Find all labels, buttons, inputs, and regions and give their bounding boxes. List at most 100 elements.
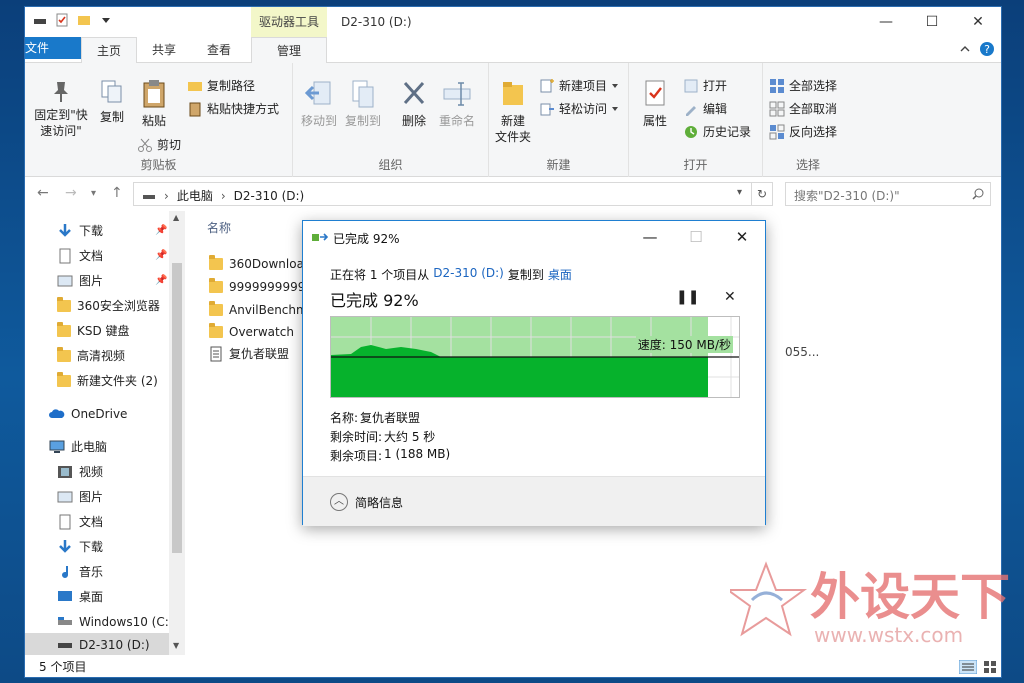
paste-button[interactable]: 粘贴 xyxy=(137,79,171,129)
nav-item-downloads[interactable]: 下载 📌 xyxy=(57,219,167,243)
scroll-down-icon[interactable]: ▼ xyxy=(173,641,179,650)
back-arrow-icon[interactable]: ← xyxy=(37,185,49,201)
minimize-button[interactable]: — xyxy=(863,7,909,37)
nav-item-ksd[interactable]: KSD 键盘 xyxy=(57,319,130,343)
nav-scrollbar[interactable]: ▲ ▼ xyxy=(169,211,185,655)
nav-item-documents-pc[interactable]: 文档 xyxy=(57,510,103,534)
file-name: AnvilBenchm xyxy=(229,303,308,317)
paste-label: 粘贴 xyxy=(141,114,166,128)
invert-selection-button[interactable]: 反向选择 xyxy=(769,123,837,140)
copy-path-button[interactable]: 复制路径 xyxy=(187,77,255,94)
tab-home[interactable]: 主页 xyxy=(81,37,137,64)
tab-file[interactable]: 文件 xyxy=(25,37,81,59)
delete-button[interactable]: 删除 xyxy=(397,79,431,129)
breadcrumb-drive[interactable]: D2-310 (D:) xyxy=(234,189,305,203)
dialog-footer: ︿ 简略信息 xyxy=(303,476,765,526)
history-button[interactable]: 历史记录 xyxy=(683,123,751,140)
details-view-icon[interactable] xyxy=(959,660,977,674)
cancel-button[interactable]: ✕ xyxy=(724,289,736,305)
forward-arrow-icon[interactable]: → xyxy=(65,185,77,201)
copy-icon xyxy=(101,80,122,103)
easy-access-button[interactable]: 轻松访问 xyxy=(539,100,619,117)
column-header-name[interactable]: 名称 xyxy=(207,219,231,236)
list-item[interactable]: 360Downloa xyxy=(209,253,304,275)
maximize-button[interactable]: ☐ xyxy=(909,7,955,37)
nav-label: 桌面 xyxy=(79,590,104,604)
open-button[interactable]: 打开 xyxy=(683,77,727,94)
nav-item-360browser[interactable]: 360安全浏览器 xyxy=(57,294,160,318)
svg-text:?: ? xyxy=(984,43,990,56)
scroll-thumb[interactable] xyxy=(172,263,182,553)
chevron-up-icon[interactable]: ︿ xyxy=(330,493,348,511)
nav-item-this-pc[interactable]: 此电脑 xyxy=(49,435,107,459)
edit-button[interactable]: 编辑 xyxy=(683,100,727,117)
paste-shortcut-button[interactable]: 粘贴快捷方式 xyxy=(187,100,279,117)
nav-item-hd-video[interactable]: 高清视频 xyxy=(57,344,125,368)
ribbon-tabs: 文件 主页 共享 查看 管理 xyxy=(25,37,1001,64)
new-item-button[interactable]: 新建项目 xyxy=(539,77,619,94)
list-item[interactable]: AnvilBenchm xyxy=(209,299,308,321)
collapse-ribbon-icon[interactable] xyxy=(959,43,971,55)
nav-item-documents[interactable]: 文档 📌 xyxy=(57,244,167,268)
tab-share[interactable]: 共享 xyxy=(139,37,189,63)
rename-button[interactable]: 重命名 xyxy=(435,79,479,129)
copy-to-icon xyxy=(352,80,374,108)
pin-icon xyxy=(54,82,68,102)
pin-quick-access-button[interactable]: 固定到"快 速访问" xyxy=(31,79,91,139)
dialog-close-button[interactable]: ✕ xyxy=(719,221,765,253)
address-dropdown-icon[interactable]: ▾ xyxy=(737,187,742,198)
search-input[interactable]: 搜索"D2-310 (D:)" xyxy=(785,182,991,206)
folder-icon xyxy=(209,323,223,338)
cut-button[interactable]: 剪切 xyxy=(137,136,181,153)
nav-item-pictures-pc[interactable]: 图片 xyxy=(57,485,103,509)
nav-item-desktop[interactable]: 桌面 xyxy=(57,585,103,609)
dialog-minimize-button[interactable]: — xyxy=(627,221,673,253)
less-details-button[interactable]: 简略信息 xyxy=(355,494,403,511)
select-all-button[interactable]: 全部选择 xyxy=(769,77,837,94)
list-item[interactable]: 9999999999 xyxy=(209,276,305,298)
scroll-up-icon[interactable]: ▲ xyxy=(173,213,179,222)
new-folder-icon[interactable] xyxy=(77,13,91,27)
copy-source-link[interactable]: D2-310 (D:) xyxy=(433,266,504,283)
new-folder-icon xyxy=(503,82,523,105)
recent-locations-icon[interactable]: ▾ xyxy=(91,188,96,199)
progress-graph: 速度: 150 MB/秒 xyxy=(330,316,740,398)
tab-view[interactable]: 查看 xyxy=(193,37,245,63)
select-none-button[interactable]: 全部取消 xyxy=(769,100,837,117)
rename-icon xyxy=(443,82,471,106)
list-item[interactable]: Overwatch xyxy=(209,321,294,343)
nav-item-drive-c[interactable]: Windows10 (C: xyxy=(57,610,169,634)
breadcrumb[interactable]: › 此电脑 › D2-310 (D:) ▾ xyxy=(133,182,773,206)
breadcrumb-pc[interactable]: 此电脑 xyxy=(177,187,213,204)
list-item[interactable]: 复仇者联盟 xyxy=(209,343,289,365)
tab-manage[interactable]: 管理 xyxy=(251,37,327,64)
copy-destination-link[interactable]: 桌面 xyxy=(548,266,572,283)
up-arrow-icon[interactable]: ↑ xyxy=(111,185,123,201)
nav-item-new-folder-2[interactable]: 新建文件夹 (2) xyxy=(57,369,158,393)
nav-item-onedrive[interactable]: OneDrive xyxy=(49,402,127,426)
new-folder-button[interactable]: 新建 文件夹 xyxy=(493,79,533,145)
properties-button[interactable]: 属性 xyxy=(637,79,673,129)
nav-item-pictures[interactable]: 图片 📌 xyxy=(57,269,167,293)
nav-item-drive-d[interactable]: D2-310 (D:) xyxy=(25,633,169,657)
pin-icon: 📌 xyxy=(155,225,168,236)
nav-item-downloads-pc[interactable]: 下载 xyxy=(57,535,103,559)
pause-button[interactable]: ❚❚ xyxy=(676,289,699,305)
refresh-button[interactable]: ↻ xyxy=(751,182,773,206)
properties-icon[interactable] xyxy=(55,13,69,27)
refresh-icon: ↻ xyxy=(756,187,768,201)
move-to-button[interactable]: 移动到 xyxy=(299,79,339,129)
copy-button[interactable]: 复制 xyxy=(95,79,129,125)
copy-to-button[interactable]: 复制到 xyxy=(343,79,383,129)
nav-item-videos[interactable]: 视频 xyxy=(57,460,103,484)
paste-icon xyxy=(143,80,165,108)
select-none-label: 全部取消 xyxy=(789,102,838,116)
large-icons-view-icon[interactable] xyxy=(983,660,997,674)
info-name: 名称: 复仇者联盟 xyxy=(330,409,420,426)
customize-qat-icon[interactable] xyxy=(99,13,113,27)
nav-item-music[interactable]: 音乐 xyxy=(57,560,103,584)
copy-path-label: 复制路径 xyxy=(207,79,256,93)
delete-label: 删除 xyxy=(401,114,426,128)
help-icon[interactable]: ? xyxy=(979,41,995,57)
close-button[interactable]: ✕ xyxy=(955,7,1001,37)
